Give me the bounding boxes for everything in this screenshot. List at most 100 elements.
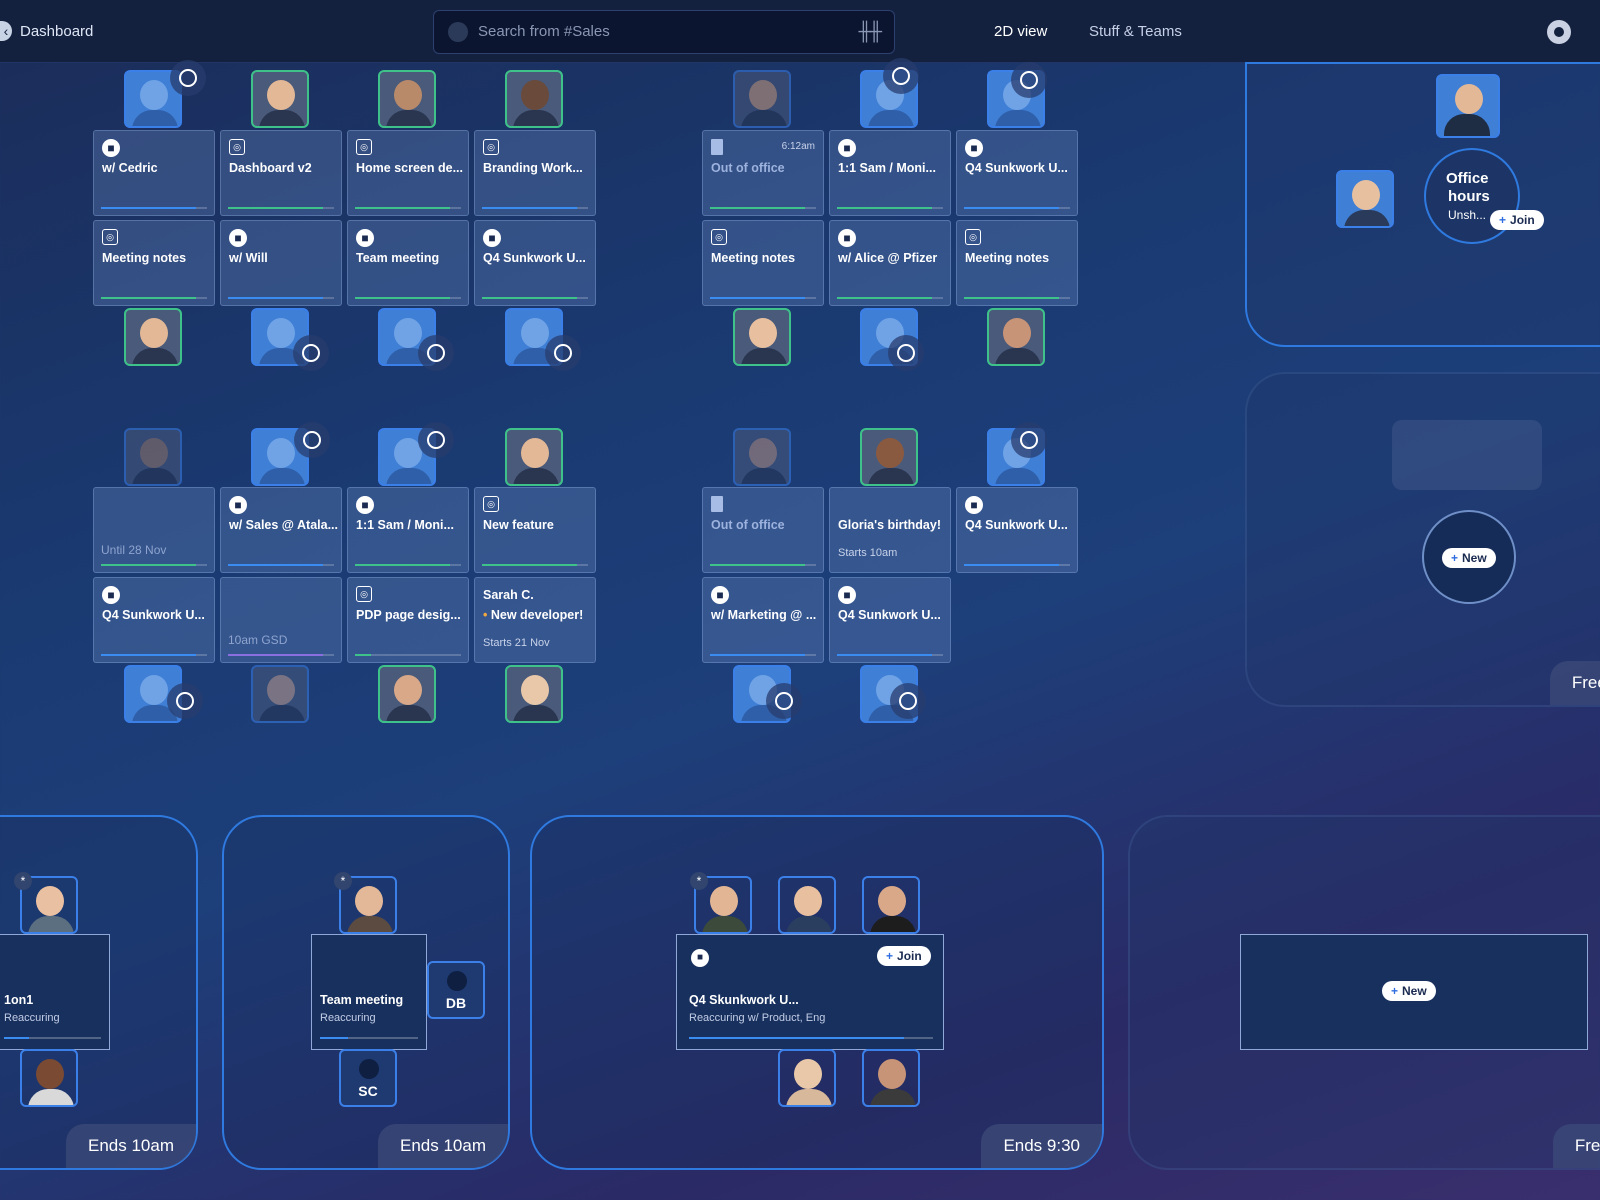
meeting-card[interactable]: ◎ Meeting notes — [93, 220, 215, 306]
office-hours-title-2: hours — [1448, 188, 1490, 205]
meeting-card[interactable]: ◎ Meeting notes — [702, 220, 824, 306]
avatar[interactable] — [862, 876, 920, 934]
avatar[interactable] — [124, 308, 182, 366]
meeting-card[interactable]: ◎ Meeting notes — [956, 220, 1078, 306]
meeting-card[interactable]: ■ Team meeting — [347, 220, 469, 306]
avatar[interactable] — [987, 308, 1045, 366]
avatar[interactable] — [251, 665, 309, 723]
search-icon — [448, 22, 468, 42]
avatar[interactable] — [860, 428, 918, 486]
gear-icon[interactable] — [1547, 20, 1571, 44]
back-label: Dashboard — [20, 22, 94, 40]
card-status: Until 28 Nov — [101, 543, 167, 557]
nav-stuff-teams[interactable]: Stuff & Teams — [1089, 23, 1182, 40]
meeting-card[interactable]: Out of office — [702, 487, 824, 573]
join-button[interactable]: + Join — [1490, 210, 1544, 230]
avatar[interactable] — [778, 876, 836, 934]
meeting-card[interactable]: ◎ Branding Work... — [474, 130, 596, 216]
meeting-card[interactable]: ■ w/ Sales @ Atala... — [220, 487, 342, 573]
avatar[interactable] — [378, 70, 436, 128]
meeting-card[interactable]: ■ 1:1 Sam / Moni... — [347, 487, 469, 573]
meeting-card[interactable]: ■ Q4 Sunkwork U... — [956, 487, 1078, 573]
card-time: 6:12am — [781, 141, 815, 152]
avatar[interactable] — [733, 428, 791, 486]
filter-sliders-icon[interactable]: ╫╫ — [858, 21, 881, 42]
progress-bar — [837, 654, 943, 656]
avatar[interactable] — [778, 1049, 836, 1107]
nav-2d-view[interactable]: 2D view — [994, 23, 1047, 40]
meeting-card[interactable]: ■ 1:1 Sam / Moni... — [829, 130, 951, 216]
plus-icon: + — [1391, 984, 1399, 998]
avatar[interactable] — [733, 308, 791, 366]
avatar[interactable] — [1436, 74, 1500, 138]
activity-badge-icon — [545, 335, 581, 371]
progress-bar — [355, 564, 461, 566]
meeting-card[interactable]: ◎ Dashboard v2 — [220, 130, 342, 216]
progress-bar — [482, 564, 588, 566]
meeting-card[interactable]: ■ Q4 Sunkwork U... — [829, 577, 951, 663]
avatar[interactable] — [124, 428, 182, 486]
activity-badge-icon — [293, 335, 329, 371]
meeting-card[interactable]: ■ w/ Cedric — [93, 130, 215, 216]
avatar[interactable] — [862, 1049, 920, 1107]
meeting-card[interactable]: ■ Q4 Sunkwork U... — [93, 577, 215, 663]
card-title: 1:1 Sam / Moni... — [356, 518, 454, 532]
video-icon: ■ — [102, 139, 120, 157]
video-icon: ■ — [711, 586, 729, 604]
avatar[interactable] — [505, 665, 563, 723]
search-input[interactable]: Search from #Sales ╫╫ — [433, 10, 895, 54]
meeting-card[interactable]: ◎ New feature — [474, 487, 596, 573]
meeting-card[interactable]: Until 28 Nov — [93, 487, 215, 573]
top-bar: ‹ Dashboard Search from #Sales ╫╫ 2D vie… — [0, 0, 1600, 63]
meeting-card[interactable]: ■ w/ Alice @ Pfizer — [829, 220, 951, 306]
meeting-card[interactable]: ◎ Home screen de... — [347, 130, 469, 216]
room-free-label: Free u — [1552, 1124, 1600, 1168]
meeting-card[interactable]: ■ Q4 Sunkwork U... — [956, 130, 1078, 216]
meeting-card[interactable]: 10am GSD — [220, 577, 342, 663]
initials-avatar-db[interactable]: DB — [427, 961, 485, 1019]
meeting-card[interactable]: Sarah C. • New developer! Starts 21 Nov — [474, 577, 596, 663]
meeting-card[interactable]: ■ w/ Will — [220, 220, 342, 306]
progress-bar — [964, 207, 1070, 209]
activity-badge-icon — [1011, 62, 1047, 98]
office-hours-sub: Unsh... — [1448, 208, 1487, 222]
meeting-card[interactable]: Gloria's birthday! Starts 10am — [829, 487, 951, 573]
avatar[interactable] — [1336, 170, 1394, 228]
new-button[interactable]: + New — [1382, 981, 1436, 1001]
video-icon: ■ — [356, 229, 374, 247]
card-title: Q4 Sunkwork U... — [838, 608, 941, 622]
avatar[interactable] — [505, 70, 563, 128]
avatar[interactable] — [505, 428, 563, 486]
card-title: w/ Marketing @ ... — [711, 608, 817, 622]
meeting-card[interactable]: 6:12am Out of office — [702, 130, 824, 216]
meeting-title: 1on1 — [4, 993, 34, 1007]
back-to-dashboard[interactable]: ‹ Dashboard — [0, 21, 93, 41]
progress-bar — [710, 654, 816, 656]
sofa-icon — [1392, 420, 1542, 490]
progress-bar — [101, 297, 207, 299]
new-button[interactable]: + New — [1442, 548, 1496, 568]
meeting-card[interactable]: ◎ PDP page desig... — [347, 577, 469, 663]
plus-icon: + — [1451, 551, 1459, 565]
video-icon: ■ — [838, 229, 856, 247]
video-icon: ■ — [102, 586, 120, 604]
progress-bar — [964, 297, 1070, 299]
progress-bar — [482, 297, 588, 299]
progress-bar — [228, 207, 334, 209]
meeting-card[interactable]: ■ w/ Marketing @ ... — [702, 577, 824, 663]
meeting-card[interactable]: ■ Q4 Sunkwork U... — [474, 220, 596, 306]
join-button[interactable]: + Join — [877, 946, 931, 966]
avatar[interactable] — [378, 665, 436, 723]
video-icon: ■ — [838, 586, 856, 604]
card-title: Q4 Sunkwork U... — [965, 518, 1068, 532]
screen-icon: ◎ — [965, 229, 981, 245]
avatar[interactable] — [251, 70, 309, 128]
avatar[interactable] — [20, 1049, 78, 1107]
avatar[interactable] — [733, 70, 791, 128]
meeting-card-1on1[interactable]: 1on1 Reaccuring — [0, 934, 110, 1050]
initials-avatar-sc[interactable]: SC — [339, 1049, 397, 1107]
meeting-card-team[interactable]: Team meeting Reaccuring — [311, 934, 427, 1050]
progress-bar — [228, 564, 334, 566]
activity-badge-icon — [766, 683, 802, 719]
progress-bar — [101, 207, 207, 209]
